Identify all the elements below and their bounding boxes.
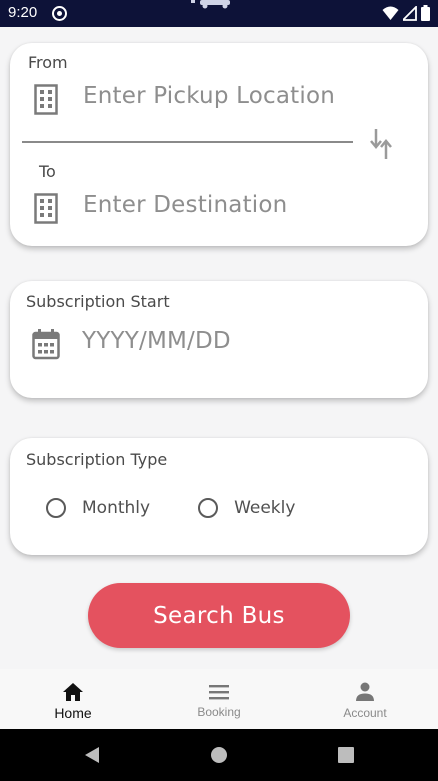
location-divider [22,141,353,143]
location-card: From Enter Pickup Location To Enter Dest… [10,43,428,246]
nav-item-home[interactable]: Home [0,669,146,729]
monthly-radio[interactable] [46,498,66,518]
monthly-option-label[interactable]: Monthly [82,498,150,518]
subscription-start-date-input[interactable]: YYYY/MM/DD [82,328,231,354]
recents-icon[interactable] [338,747,354,763]
destination-input[interactable]: Enter Destination [83,192,287,218]
signal-icon [403,5,417,21]
subscription-type-card: Subscription Type Monthly Weekly [10,438,428,555]
home-system-icon[interactable] [210,746,228,764]
person-icon [356,682,374,701]
swap-icon[interactable] [370,128,392,160]
system-navigation-bar [0,729,438,781]
nav-booking-label: Booking [197,705,241,719]
calendar-icon [32,329,60,360]
to-label: To [39,162,56,181]
building-icon [34,193,58,224]
from-label: From [28,53,68,72]
search-bus-button[interactable]: Search Bus [88,583,350,648]
bottom-navigation: Home Booking Account [0,669,438,729]
nav-account-label: Account [343,706,387,720]
battery-icon [421,5,430,21]
nav-home-label: Home [54,705,92,721]
bus-icon [191,0,230,9]
subscription-type-options: Monthly Weekly [46,498,295,518]
subscription-type-label: Subscription Type [26,450,168,469]
weekly-option-label[interactable]: Weekly [234,498,295,518]
menu-icon [209,685,229,700]
pickup-location-input[interactable]: Enter Pickup Location [83,83,335,109]
weekly-radio[interactable] [198,498,219,518]
home-icon [63,683,83,701]
nav-item-booking[interactable]: Booking [146,669,292,729]
back-icon[interactable] [84,746,100,764]
subscription-start-label: Subscription Start [26,292,170,311]
status-indicators [382,5,430,21]
status-bar: 9:20 [0,0,438,27]
status-time: 9:20 [8,4,38,21]
app-notification-icon [52,6,67,21]
wifi-icon [382,6,399,20]
building-icon [34,84,58,115]
subscription-start-card: Subscription Start YYYY/MM/DD [10,281,428,398]
nav-item-account[interactable]: Account [292,669,438,729]
